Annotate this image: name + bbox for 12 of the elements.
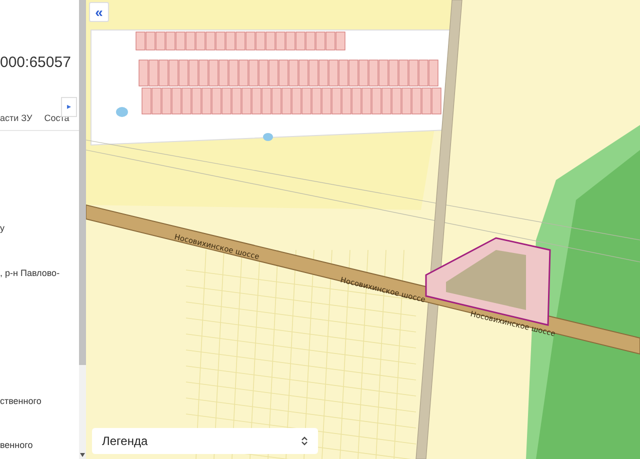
info-text: венного	[0, 439, 33, 452]
tab[interactable]: асти ЗУ	[0, 112, 32, 132]
tab-scroll-button[interactable]: ▸	[61, 97, 77, 117]
info-text: ственного	[0, 395, 42, 408]
collapse-button[interactable]: «	[89, 2, 109, 22]
scrollbar-thumb[interactable]	[79, 0, 86, 365]
info-text: , р-н Павлово-	[0, 267, 60, 280]
cadastral-number: 000:65057	[0, 53, 71, 73]
legend-select[interactable]: Легенда	[92, 428, 318, 454]
down-arrow-icon[interactable]	[80, 453, 85, 457]
info-text: у	[0, 222, 4, 235]
chevron-icon	[301, 436, 308, 446]
